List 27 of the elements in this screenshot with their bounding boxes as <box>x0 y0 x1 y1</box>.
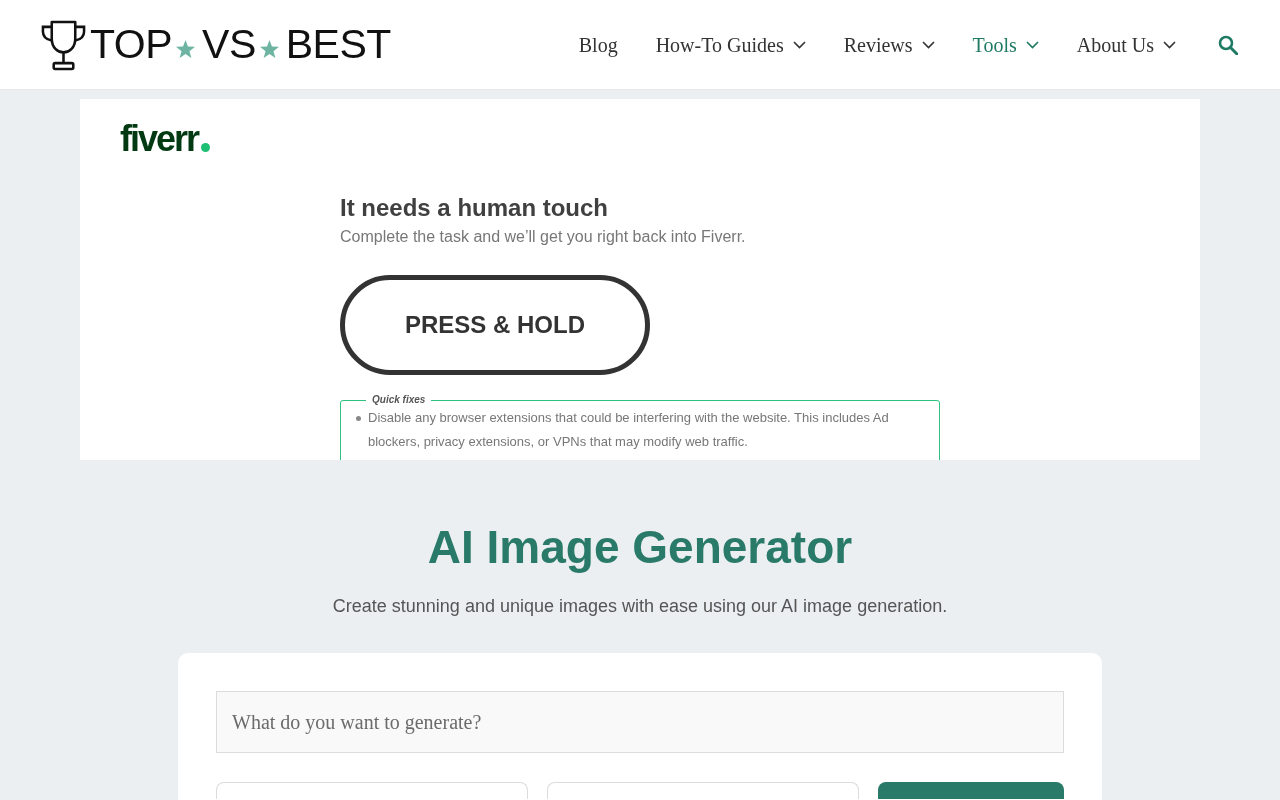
challenge-subtitle: Complete the task and we’ll get you right back into Fiverr. <box>340 227 746 247</box>
press-hold-button[interactable]: PRESS & HOLD <box>340 275 650 375</box>
search-icon[interactable] <box>1218 34 1238 55</box>
challenge-title: It needs a human touch <box>340 194 609 222</box>
prompt-input[interactable]: What do you want to generate? <box>216 691 1064 753</box>
chevron-down-icon[interactable] <box>792 40 806 49</box>
trophy-icon <box>40 18 87 71</box>
bullet-icon <box>356 416 361 421</box>
star-icon <box>176 39 196 58</box>
select-field[interactable] <box>216 782 528 799</box>
chevron-down-icon[interactable] <box>1163 40 1176 49</box>
brand-logo: fiverr <box>120 121 199 157</box>
star-icon <box>259 39 279 58</box>
fieldset-legend: Quick fixes <box>366 394 432 406</box>
chevron-down-icon[interactable] <box>921 40 935 49</box>
logo-text: BEST <box>285 24 391 65</box>
nav-link[interactable]: Reviews <box>843 34 935 55</box>
page-subtitle: Create stunning and unique images with ease using our AI image generation. <box>332 595 948 618</box>
nav-link[interactable]: How-To Guides <box>655 34 806 55</box>
nav-link[interactable]: About Us <box>1076 34 1176 55</box>
page-title: AI Image Generator <box>427 520 853 575</box>
logo-text: VS <box>202 24 256 65</box>
nav-link[interactable]: Blog <box>578 34 618 55</box>
quick-fix-text: Disable any browser extensions that could be interfering with the website. This includes Ad blockers, privacy extensions, or VPNs that may modify web traffic. <box>368 409 890 451</box>
select-field[interactable] <box>547 782 859 799</box>
logo-text: TOP <box>90 24 173 65</box>
nav-link[interactable]: Tools <box>972 34 1039 55</box>
